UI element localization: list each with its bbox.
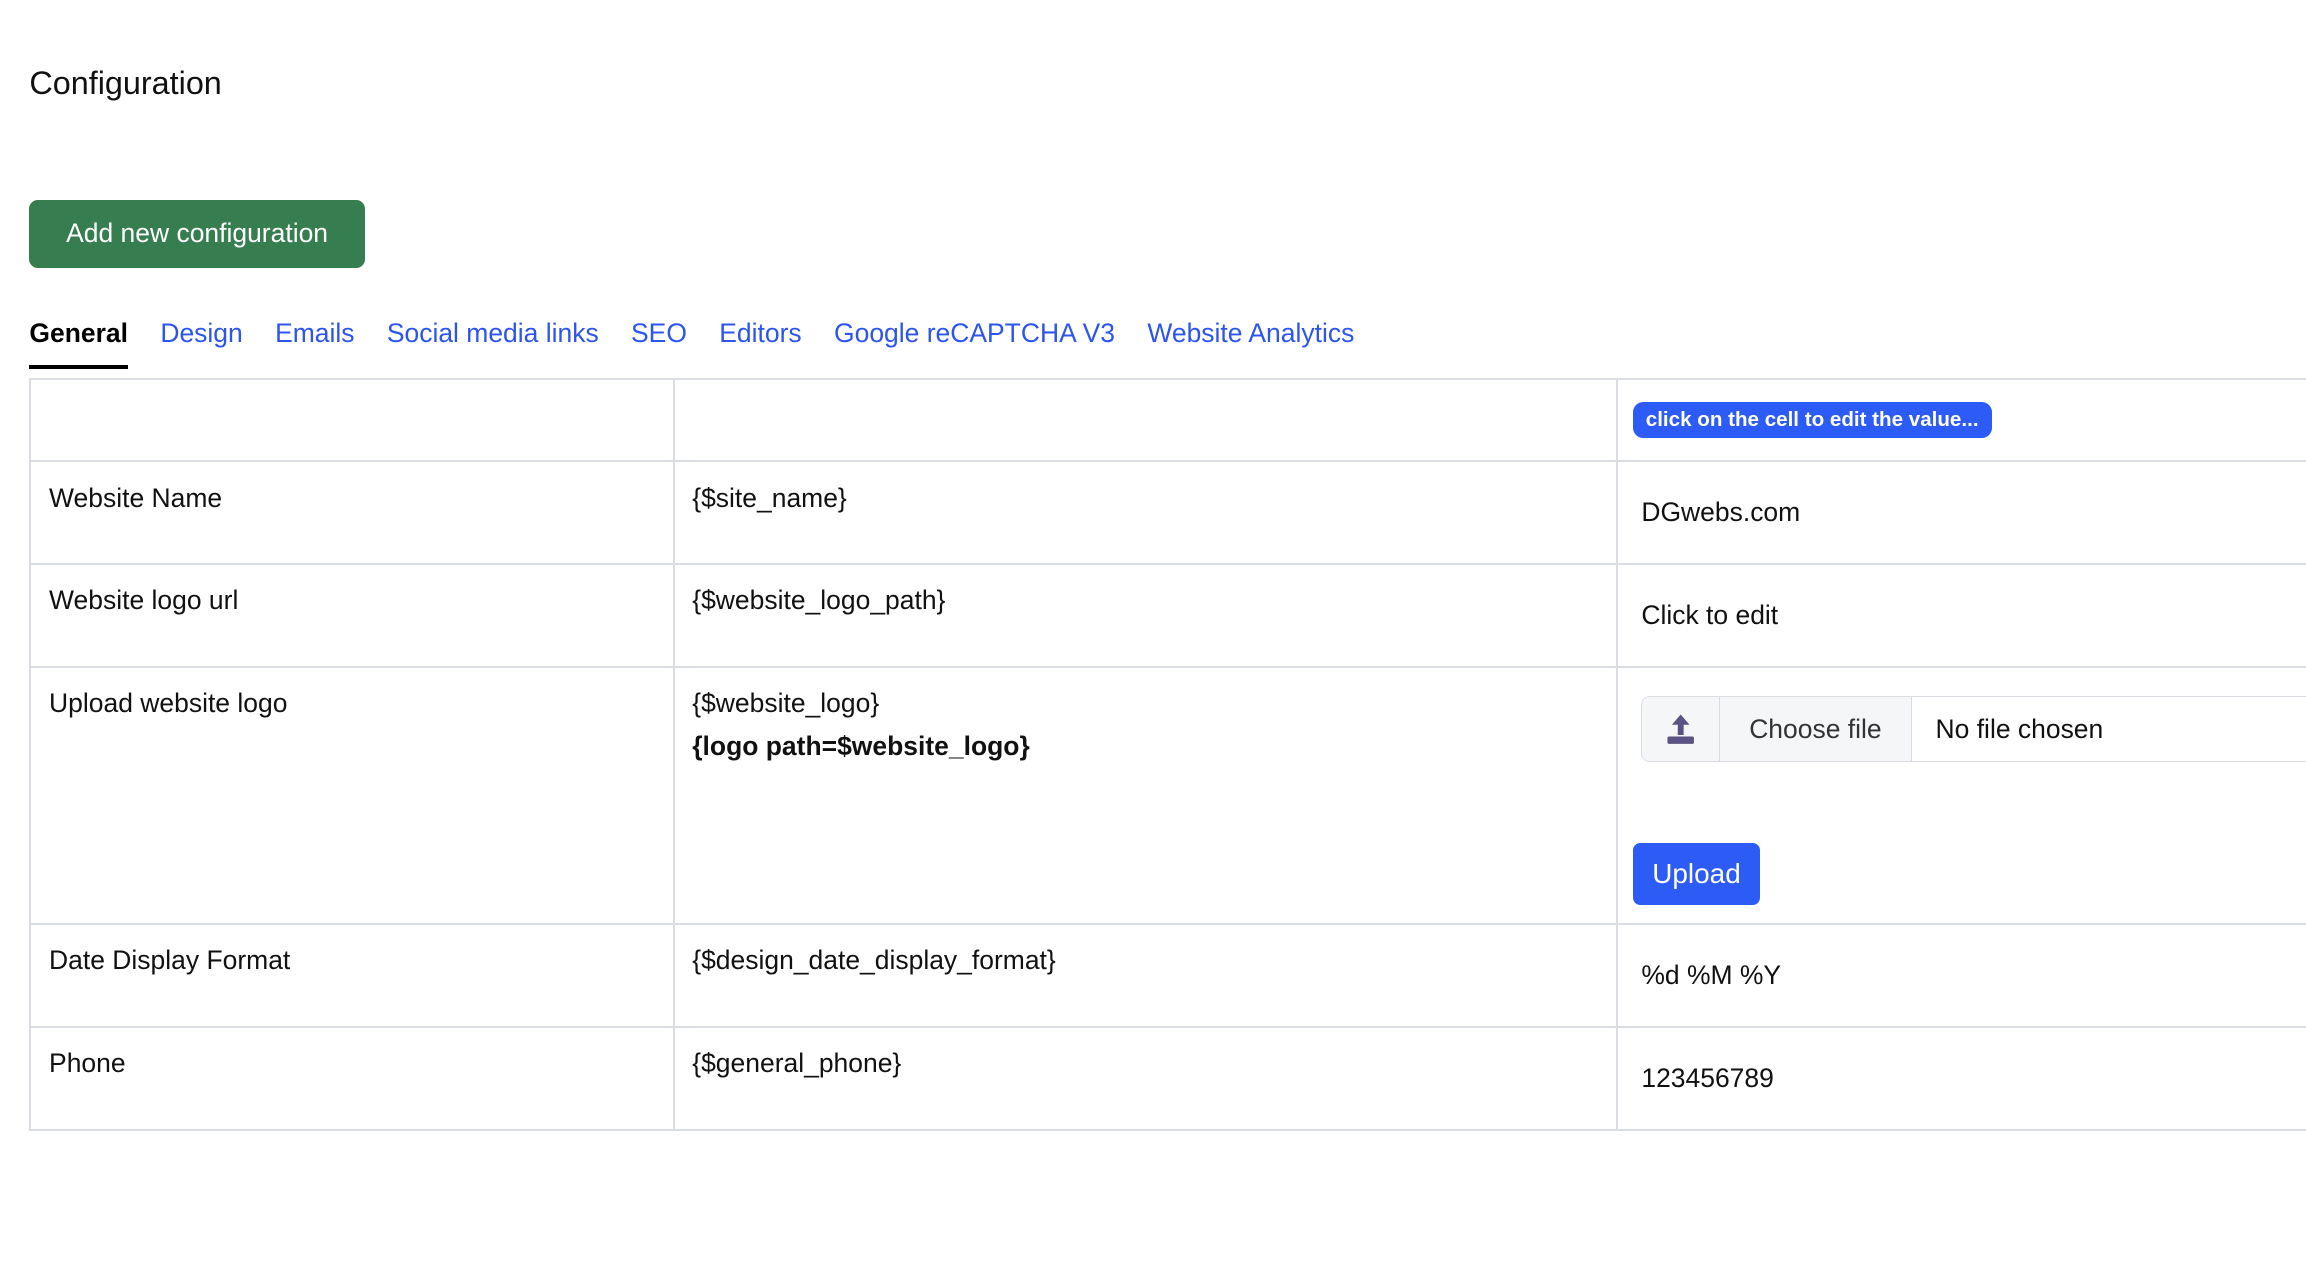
config-variable: {$website_logo} <box>692 688 880 719</box>
config-variable: {$site_name} <box>672 459 1618 565</box>
config-name: Date Display Format <box>29 922 675 1028</box>
config-value-cell[interactable]: 123456789 <box>1615 1025 2306 1131</box>
table-row: Website Name {$site_name} DGwebs.com <box>29 459 2306 565</box>
tab-general[interactable]: General <box>29 318 128 370</box>
config-name: Website Name <box>29 459 675 565</box>
upload-button[interactable]: Upload <box>1632 843 1761 906</box>
config-table: click on the cell to edit the value... W… <box>29 377 2306 1131</box>
table-row: Website logo url {$website_logo_path} Cl… <box>29 562 2306 668</box>
edit-hint-badge: click on the cell to edit the value... <box>1632 402 1992 438</box>
tab-recaptcha[interactable]: Google reCAPTCHA V3 <box>834 318 1115 370</box>
config-value-cell[interactable]: %d %M %Y <box>1615 922 2306 1028</box>
tab-social-media-links[interactable]: Social media links <box>387 318 599 370</box>
config-name: Phone <box>29 1025 675 1131</box>
table-row: Date Display Format {$design_date_displa… <box>29 922 2306 1028</box>
config-variable-logo-tag: {logo path=$website_logo} <box>692 731 1030 762</box>
add-configuration-button[interactable]: Add new configuration <box>29 200 365 268</box>
config-name: Website logo url <box>29 562 675 668</box>
upload-icon <box>1642 696 1720 762</box>
page-title: Configuration <box>29 64 222 101</box>
tab-website-analytics[interactable]: Website Analytics <box>1147 318 1354 370</box>
tab-emails[interactable]: Emails <box>275 318 354 370</box>
table-row: Upload website logo {$website_logo} {log… <box>29 665 2306 925</box>
config-value-cell[interactable]: Click to edit <box>1615 562 2306 668</box>
tab-editors[interactable]: Editors <box>719 318 801 370</box>
config-variable: {$general_phone} <box>672 1025 1618 1131</box>
table-row: Phone {$general_phone} 123456789 <box>29 1025 2306 1131</box>
tabs: General Design Emails Social media links… <box>29 318 1354 370</box>
tab-seo[interactable]: SEO <box>631 318 687 370</box>
config-name: Upload website logo <box>29 665 675 925</box>
choose-file-button[interactable]: Choose file <box>1719 696 1912 762</box>
table-header-row: click on the cell to edit the value... <box>29 377 2306 462</box>
config-variable: {$design_date_display_format} <box>672 922 1618 1028</box>
tab-design[interactable]: Design <box>160 318 242 370</box>
file-input[interactable]: Choose file No file chosen <box>1641 695 2306 763</box>
config-value-cell[interactable]: DGwebs.com <box>1615 459 2306 565</box>
config-variable: {$website_logo_path} <box>672 562 1618 668</box>
file-status: No file chosen <box>1935 713 2104 744</box>
